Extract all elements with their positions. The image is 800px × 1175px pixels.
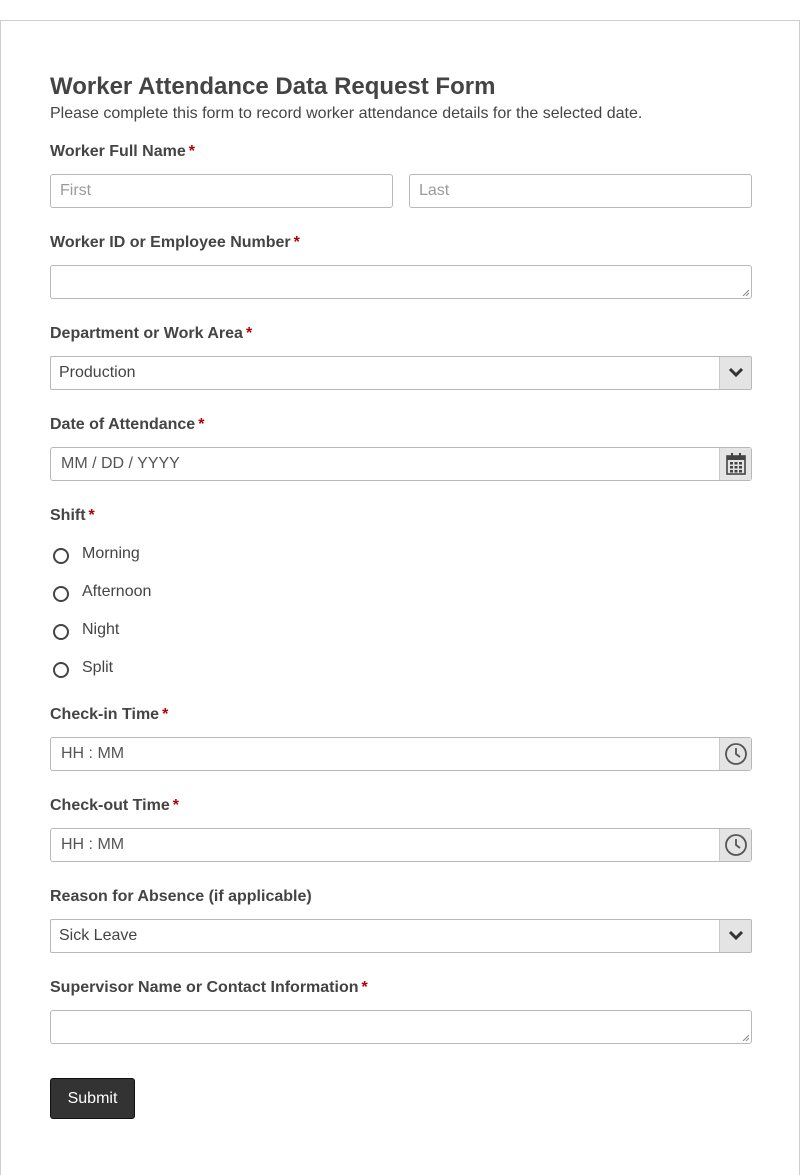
required-marker: * [198, 416, 205, 433]
supervisor-field[interactable] [50, 1010, 752, 1044]
absence-label-text: Reason for Absence (if applicable) [50, 888, 312, 905]
worker-id-label: Worker ID or Employee Number * [50, 234, 300, 252]
shift-label-text: Shift [50, 507, 86, 524]
absence-selected-value: Sick Leave [59, 927, 138, 944]
radio-button[interactable] [53, 624, 69, 640]
supervisor-label: Supervisor Name or Contact Information * [50, 979, 368, 997]
checkin-placeholder: HH : MM [61, 745, 125, 762]
first-name-input[interactable]: First [50, 174, 393, 208]
required-marker: * [245, 325, 253, 342]
checkin-time-input[interactable]: HH : MM [50, 737, 752, 771]
worker-id-field[interactable] [50, 265, 752, 299]
clock-icon [725, 743, 747, 765]
worker-id-label-text: Worker ID or Employee Number [50, 234, 291, 251]
absence-label: Reason for Absence (if applicable) [50, 888, 312, 906]
department-label: Department or Work Area * [50, 325, 252, 343]
radio-button[interactable] [53, 548, 69, 564]
chevron-down-icon [728, 930, 744, 941]
calendar-icon [726, 453, 746, 475]
date-label-text: Date of Attendance [50, 416, 196, 433]
supervisor-label-text: Supervisor Name or Contact Information [50, 979, 359, 996]
checkout-label: Check-out Time * [50, 797, 179, 815]
resize-grip-icon[interactable] [742, 1034, 749, 1041]
department-dropdown-button[interactable] [719, 357, 751, 389]
submit-button[interactable]: Submit [50, 1078, 135, 1119]
required-marker: * [172, 797, 179, 814]
last-name-input[interactable]: Last [409, 174, 752, 208]
absence-dropdown-button[interactable] [719, 920, 751, 952]
worker-name-label: Worker Full Name * [50, 143, 195, 161]
required-marker: * [188, 143, 195, 160]
radio-label: Split [82, 659, 114, 676]
chevron-down-icon [728, 367, 744, 378]
required-marker: * [88, 507, 95, 524]
department-select[interactable]: Production [50, 356, 752, 390]
worker-name-label-text: Worker Full Name [50, 143, 186, 160]
form-title: Worker Attendance Data Request Form [50, 73, 496, 100]
radio-button[interactable] [53, 662, 69, 678]
date-placeholder: MM / DD / YYYY [61, 455, 180, 472]
required-marker: * [293, 234, 300, 251]
checkin-label-text: Check-in Time [50, 706, 160, 723]
checkin-label: Check-in Time * [50, 706, 168, 724]
shift-label: Shift * [50, 507, 95, 525]
checkout-time-picker-button[interactable] [719, 829, 751, 861]
checkout-placeholder: HH : MM [61, 836, 125, 853]
absence-reason-select[interactable]: Sick Leave [50, 919, 752, 953]
date-picker-button[interactable] [719, 448, 751, 480]
clock-icon [725, 834, 747, 856]
checkout-time-input[interactable]: HH : MM [50, 828, 752, 862]
checkin-time-picker-button[interactable] [719, 738, 751, 770]
department-label-text: Department or Work Area [50, 325, 243, 342]
form-container: Worker Attendance Data Request Form Plea… [0, 20, 800, 1175]
date-input[interactable]: MM / DD / YYYY [50, 447, 752, 481]
resize-grip-icon[interactable] [742, 289, 749, 296]
checkout-label-text: Check-out Time [50, 797, 170, 814]
department-selected-value: Production [59, 364, 136, 381]
radio-button[interactable] [53, 586, 69, 602]
form-description: Please complete this form to record work… [50, 105, 643, 122]
radio-label: Morning [82, 545, 140, 562]
radio-label: Afternoon [82, 583, 152, 600]
required-marker: * [361, 979, 368, 996]
radio-label: Night [82, 621, 120, 638]
date-label: Date of Attendance * [50, 416, 204, 434]
required-marker: * [162, 706, 169, 723]
